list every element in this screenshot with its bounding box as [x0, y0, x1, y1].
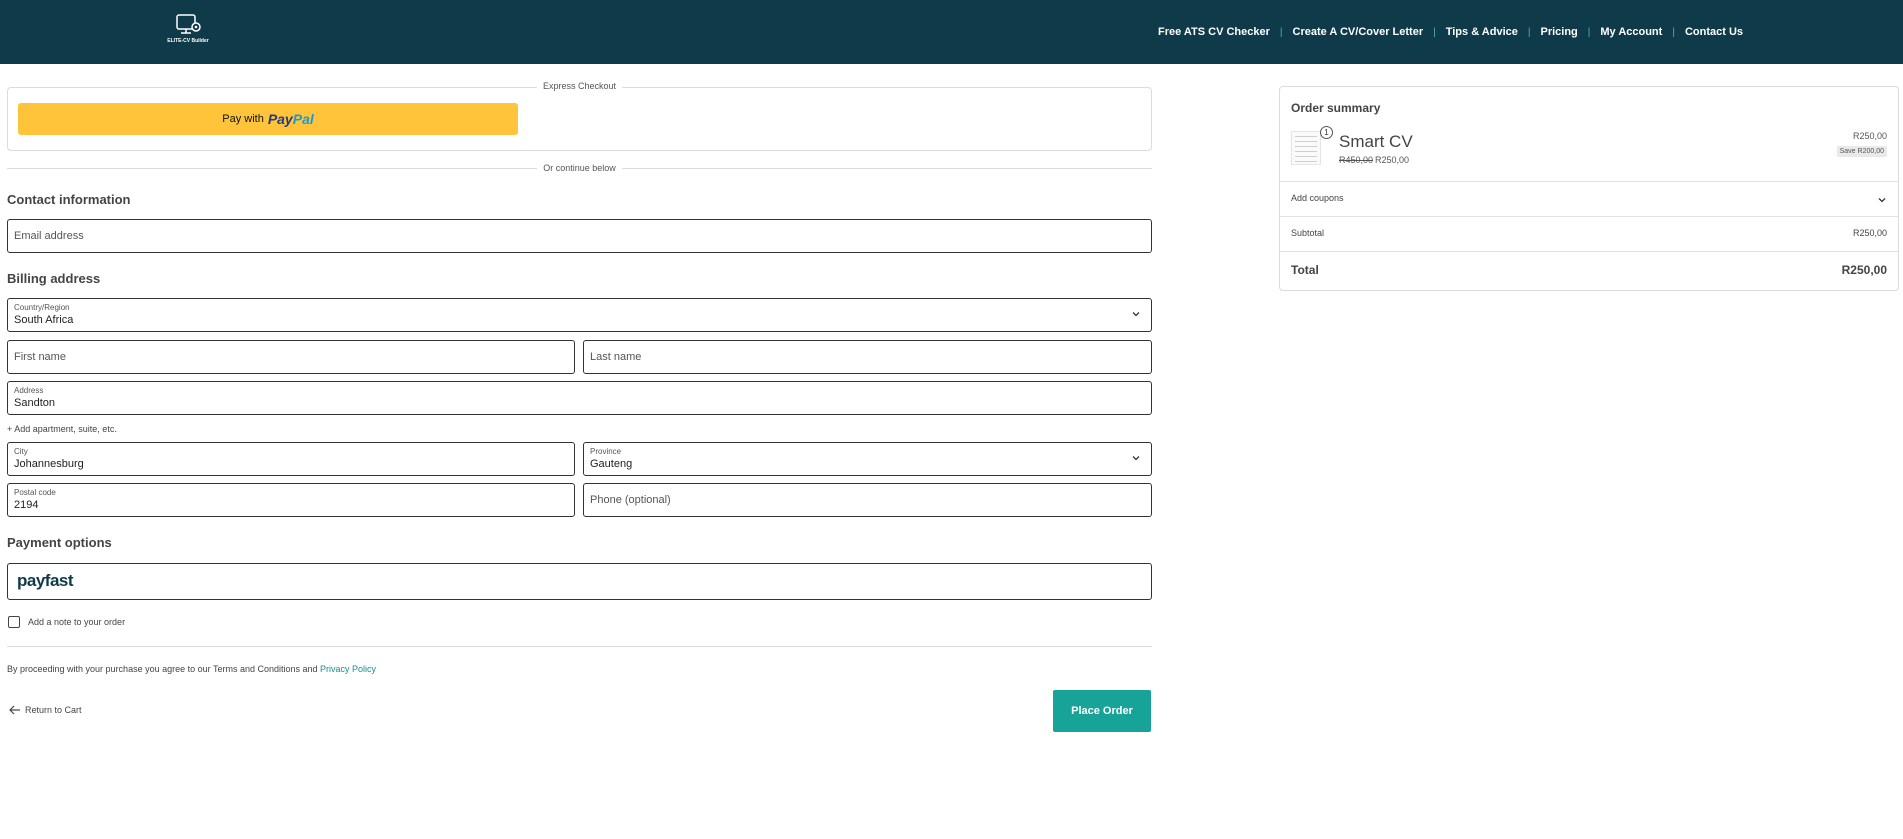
nav-my-account[interactable]: My Account: [1590, 26, 1672, 38]
city-label: City: [14, 447, 28, 456]
nav-contact-us[interactable]: Contact Us: [1675, 26, 1753, 38]
province-label: Province: [590, 447, 622, 456]
paypal-prefix: Pay with: [222, 113, 264, 125]
chevron-down-icon: [1132, 312, 1140, 317]
email-field[interactable]: Email address: [7, 219, 1152, 253]
paypal-button[interactable]: Pay with PayPal: [18, 103, 518, 135]
address-label: Address: [14, 386, 44, 395]
or-continue-label: Or continue below: [537, 163, 622, 173]
logo-text: ELITE-CV Builder: [167, 38, 209, 44]
monitor-gear-icon: [176, 14, 201, 34]
last-name-placeholder: Last name: [590, 351, 642, 363]
save-badge: Save R200,00: [1836, 146, 1887, 157]
terms-text: By proceeding with your purchase you agr…: [7, 664, 376, 674]
express-checkout-label: Express Checkout: [536, 81, 623, 91]
subtotal-value: R250,00: [1852, 228, 1887, 238]
order-summary: Order summary 1 Smart CV R450,00 R250,00…: [1279, 86, 1899, 291]
return-to-cart-link[interactable]: Return to Cart: [9, 705, 82, 715]
product-name: Smart CV: [1339, 132, 1413, 151]
phone-placeholder: Phone (optional): [590, 494, 671, 506]
nav-tips-advice[interactable]: Tips & Advice: [1436, 26, 1528, 38]
first-name-placeholder: First name: [14, 351, 66, 363]
product-line-price: R250,00: [1852, 131, 1887, 141]
billing-title: Billing address: [7, 271, 101, 286]
add-apartment-link[interactable]: + Add apartment, suite, etc.: [7, 424, 117, 434]
email-placeholder: Email address: [14, 230, 84, 242]
main-nav: Free ATS CV Checker | Create A CV/Cover …: [1148, 0, 1753, 64]
arrow-left-icon: [9, 705, 20, 715]
place-order-button[interactable]: Place Order: [1053, 690, 1151, 732]
add-coupons-toggle[interactable]: Add coupons: [1291, 193, 1344, 203]
address-value: Sandton: [14, 397, 55, 409]
phone-field[interactable]: Phone (optional): [583, 483, 1152, 517]
nav-pricing[interactable]: Pricing: [1530, 26, 1587, 38]
order-note-checkbox[interactable]: [8, 616, 20, 628]
express-checkout: Express Checkout Pay with PayPal: [7, 81, 1152, 151]
product-old-price: R450,00: [1339, 155, 1374, 165]
divider: [1280, 181, 1898, 182]
nav-create-cv[interactable]: Create A CV/Cover Letter: [1283, 26, 1434, 38]
paypal-logo: PayPal: [267, 111, 314, 127]
country-select[interactable]: Country/Region South Africa: [7, 298, 1152, 332]
last-name-field[interactable]: Last name: [583, 340, 1152, 374]
postal-code-label: Postal code: [14, 488, 56, 497]
city-field[interactable]: City Johannesburg: [7, 442, 575, 476]
privacy-policy-link[interactable]: Privacy Policy: [320, 664, 376, 674]
total-value: R250,00: [1841, 263, 1887, 277]
first-name-field[interactable]: First name: [7, 340, 575, 374]
contact-title: Contact information: [7, 192, 131, 207]
city-value: Johannesburg: [14, 458, 84, 470]
payment-title: Payment options: [7, 535, 112, 550]
quantity-badge: 1: [1320, 126, 1333, 139]
product-thumbnail: [1291, 131, 1321, 165]
payment-option-payfast[interactable]: payfast: [7, 563, 1152, 600]
postal-code-value: 2194: [14, 499, 39, 511]
country-label: Country/Region: [14, 303, 70, 312]
nav-free-ats-cv-checker[interactable]: Free ATS CV Checker: [1148, 26, 1280, 38]
payfast-logo: payfast: [17, 571, 74, 590]
divider: [1280, 251, 1898, 252]
divider: [7, 646, 1152, 647]
subtotal-label: Subtotal: [1291, 228, 1325, 238]
return-to-cart-label: Return to Cart: [25, 705, 82, 715]
postal-code-field[interactable]: Postal code 2194: [7, 483, 575, 517]
product-new-price: R250,00: [1375, 155, 1410, 165]
country-value: South Africa: [14, 314, 74, 326]
site-header: ELITE-CV Builder Free ATS CV Checker | C…: [0, 0, 1903, 64]
divider: [1280, 216, 1898, 217]
site-logo[interactable]: ELITE-CV Builder: [164, 12, 212, 48]
address-field[interactable]: Address Sandton: [7, 381, 1152, 415]
chevron-down-icon[interactable]: [1877, 195, 1887, 205]
province-select[interactable]: Province Gauteng: [583, 442, 1152, 476]
order-summary-title: Order summary: [1291, 101, 1381, 115]
order-note-label[interactable]: Add a note to your order: [28, 617, 125, 627]
total-label: Total: [1291, 263, 1319, 277]
chevron-down-icon: [1132, 456, 1140, 461]
terms-sentence: By proceeding with your purchase you agr…: [7, 664, 318, 674]
province-value: Gauteng: [590, 458, 633, 470]
